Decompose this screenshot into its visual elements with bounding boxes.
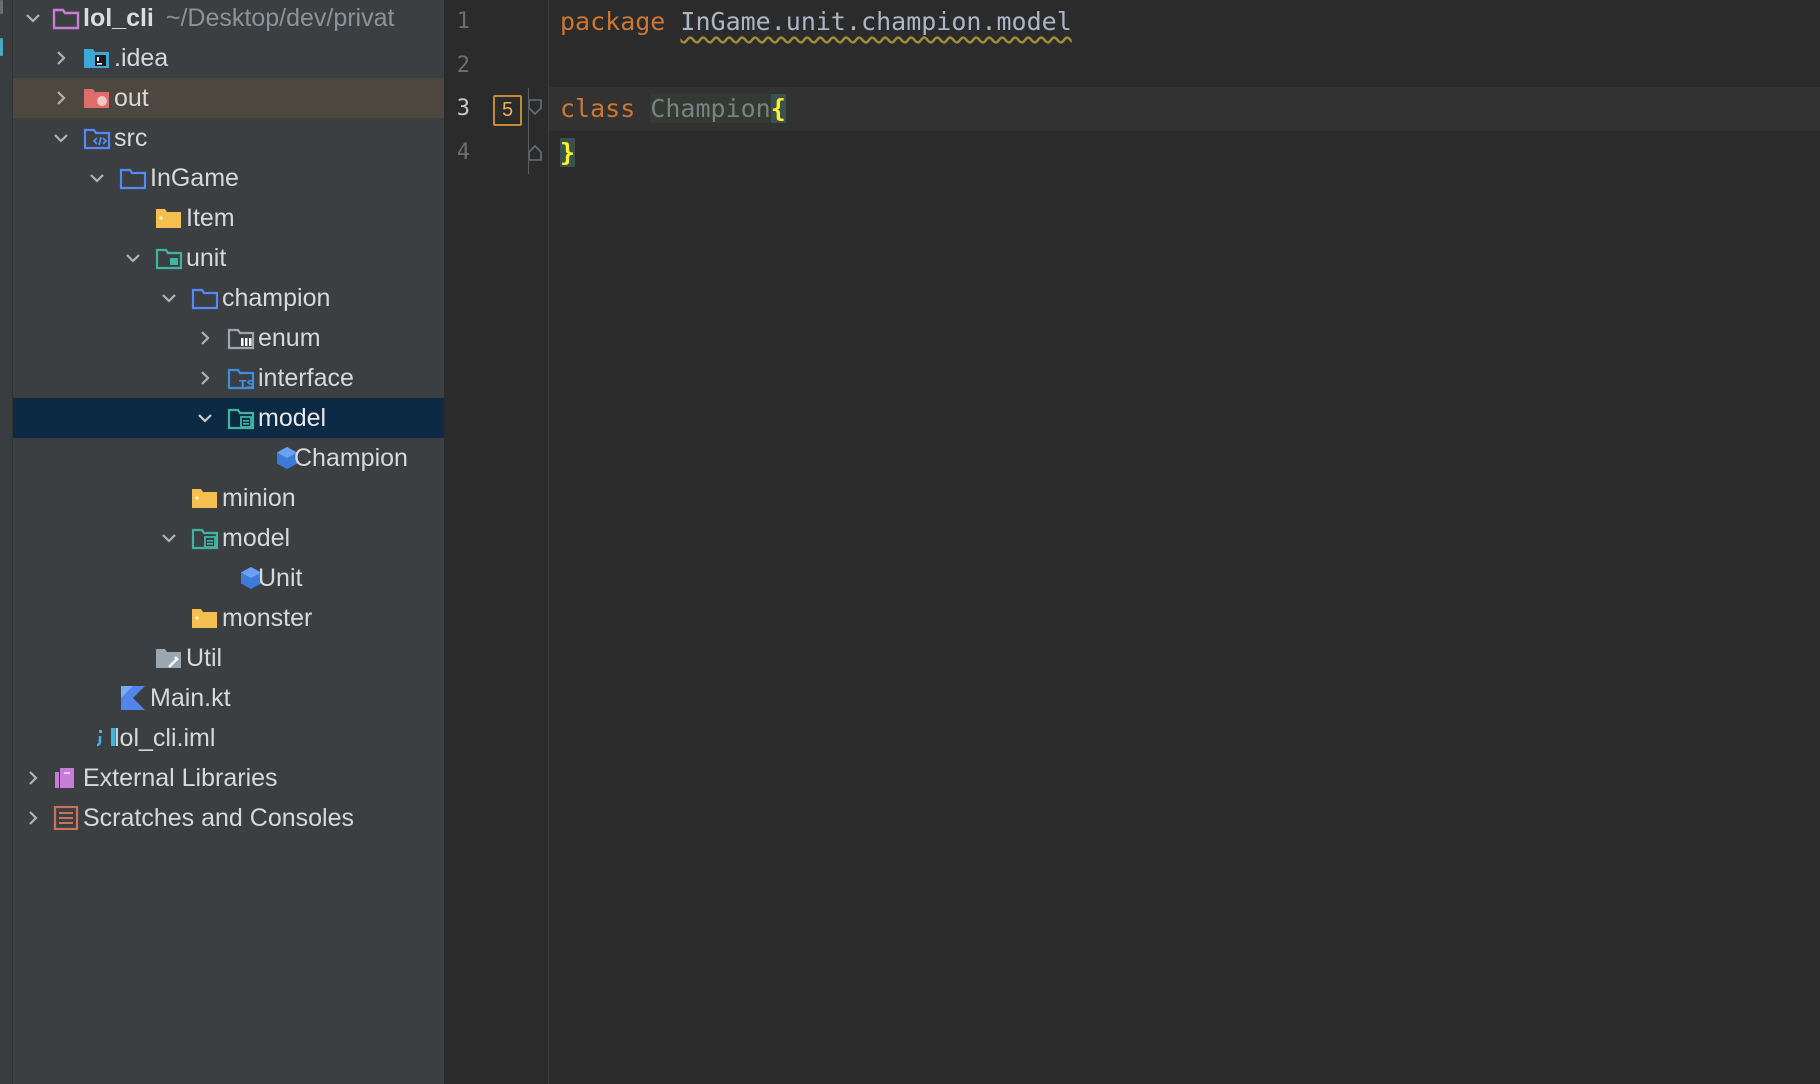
editor-gutter: 1 2 3 4 [444, 0, 549, 1084]
close-brace: } [560, 138, 576, 167]
tool-strip-marker [0, 0, 3, 14]
chevron-down-icon[interactable] [195, 408, 215, 428]
tree-row-scratches[interactable]: Scratches and Consoles [13, 798, 444, 838]
enum-folder-icon [227, 326, 255, 350]
class-name: Champion [650, 94, 771, 123]
chevron-right-icon[interactable] [195, 328, 215, 348]
code-line-3: class Champion{ [560, 87, 786, 131]
tree-label: InGame [150, 164, 239, 192]
tree-label: out [114, 84, 149, 112]
project-root-path: ~/Desktop/dev/privat [165, 4, 395, 32]
tree-label: monster [222, 604, 313, 632]
source-folder-icon [83, 126, 111, 150]
svg-text:TS: TS [239, 378, 255, 390]
tree-row-root[interactable]: lol_cli ~/Desktop/dev/privat [13, 0, 444, 38]
tree-row-external-libraries[interactable]: External Libraries [13, 758, 444, 798]
folder-icon [191, 486, 219, 510]
chevron-right-icon[interactable] [23, 768, 43, 788]
tree-row-item[interactable]: Item [13, 198, 444, 238]
tree-label: Unit [258, 564, 303, 592]
code-line-1: package InGame.unit.champion.model [560, 0, 1072, 44]
tree-row-unit-class[interactable]: Unit [13, 558, 444, 598]
folder-icon [119, 166, 147, 190]
util-folder-icon [155, 646, 183, 670]
tree-label: model [258, 404, 327, 432]
project-root-label: lol_cli ~/Desktop/dev/privat [83, 4, 395, 32]
tree-row-interface[interactable]: TS interface [13, 358, 444, 398]
tree-label: minion [222, 484, 296, 512]
tree-row-minion[interactable]: minion [13, 478, 444, 518]
project-tree-panel: lol_cli ~/Desktop/dev/privat .idea out s… [13, 0, 444, 1084]
open-brace: { [770, 94, 786, 123]
tree-row-champion-class[interactable]: Champion [13, 438, 444, 478]
chevron-right-icon[interactable] [51, 88, 71, 108]
model-folder-icon [227, 406, 255, 430]
tree-row-src[interactable]: src [13, 118, 444, 158]
package-name: InGame.unit.champion.model [680, 7, 1072, 36]
chevron-down-icon[interactable] [159, 288, 179, 308]
interface-folder-icon: TS [227, 366, 255, 390]
tree-row-enum[interactable]: enum [13, 318, 444, 358]
tree-label: src [114, 124, 148, 152]
tree-row-out[interactable]: out [13, 78, 444, 118]
module-folder-icon [52, 6, 80, 30]
idea-folder-icon [83, 46, 111, 70]
tree-label: Item [186, 204, 235, 232]
chevron-right-icon[interactable] [195, 368, 215, 388]
tree-label: interface [258, 364, 354, 392]
folder-icon [191, 286, 219, 310]
tree-label: .idea [114, 44, 169, 72]
tree-row-util[interactable]: Util [13, 638, 444, 678]
tree-label: Scratches and Consoles [83, 804, 354, 832]
tree-label: champion [222, 284, 331, 312]
chevron-down-icon[interactable] [51, 128, 71, 148]
line-number: 1 [456, 9, 470, 34]
tree-row-main-kt[interactable]: Main.kt [13, 678, 444, 718]
package-keyword: package [560, 7, 666, 36]
line-number: 4 [456, 140, 470, 165]
chevron-down-icon[interactable] [23, 8, 43, 28]
chevron-down-icon[interactable] [87, 168, 107, 188]
folder-icon [191, 606, 219, 630]
tree-row-unit[interactable]: unit [13, 238, 444, 278]
chevron-down-icon[interactable] [123, 248, 143, 268]
chevron-right-icon[interactable] [23, 808, 43, 828]
tree-row-model-selected[interactable]: model [13, 398, 444, 438]
folder-icon [155, 246, 183, 270]
chevron-down-icon[interactable] [159, 528, 179, 548]
fold-guide [528, 88, 529, 174]
excluded-folder-icon [83, 86, 111, 110]
tree-label: Champion [294, 444, 408, 472]
code-editor[interactable]: package InGame.unit.champion.model class… [549, 0, 1820, 1084]
code-line-4: } [560, 131, 576, 175]
tool-strip-active-marker[interactable] [0, 38, 3, 56]
line-number: 3 [456, 96, 470, 121]
tool-window-strip [0, 0, 13, 1084]
tree-label: model [222, 524, 291, 552]
class-keyword: class [560, 94, 636, 123]
library-icon [52, 766, 80, 790]
ide-window: lol_cli ~/Desktop/dev/privat .idea out s… [0, 0, 1820, 1084]
tree-label: lol_cli.iml [114, 724, 216, 752]
tree-label: enum [258, 324, 321, 352]
tree-label: External Libraries [83, 764, 278, 792]
scratches-icon [52, 806, 80, 830]
tree-label: unit [186, 244, 227, 272]
tree-row-ingame[interactable]: InGame [13, 158, 444, 198]
tree-label: Util [186, 644, 223, 672]
line-number: 2 [456, 53, 470, 78]
folder-icon [155, 206, 183, 230]
usages-badge[interactable]: 5 [493, 95, 522, 126]
tree-row-model[interactable]: model [13, 518, 444, 558]
chevron-right-icon[interactable] [51, 48, 71, 68]
tree-row-iml[interactable]: lol_cli.iml [13, 718, 444, 758]
tree-row-idea[interactable]: .idea [13, 38, 444, 78]
tree-label: Main.kt [150, 684, 231, 712]
kotlin-file-icon [119, 686, 147, 710]
tree-row-champion[interactable]: champion [13, 278, 444, 318]
model-folder-icon [191, 526, 219, 550]
tree-row-monster[interactable]: monster [13, 598, 444, 638]
